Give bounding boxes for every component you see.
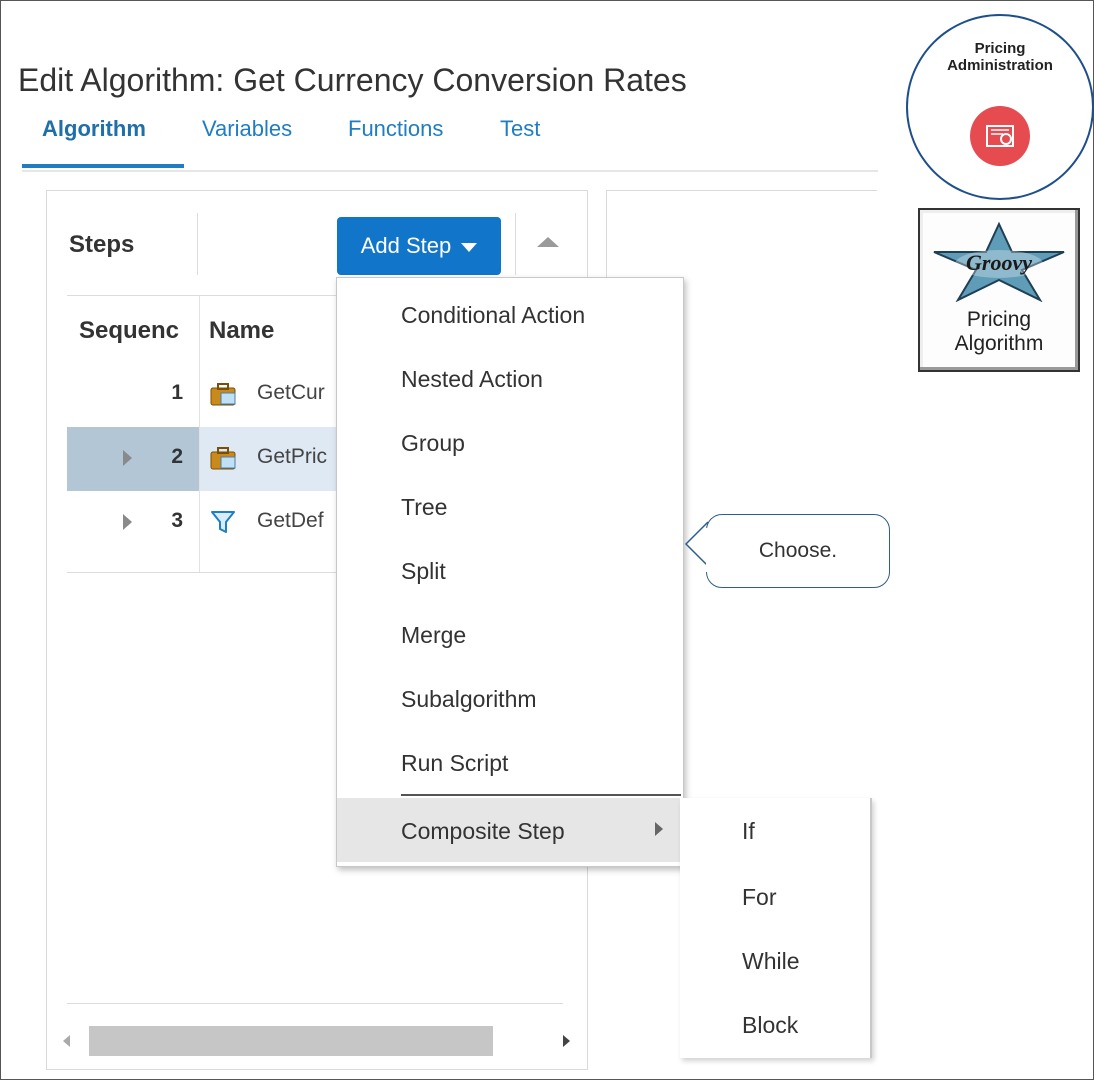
scroll-left-icon[interactable] (63, 1035, 70, 1047)
tab-algorithm[interactable]: Algorithm (42, 116, 146, 142)
menu-item-label: Nested Action (401, 366, 543, 392)
submenu-item-label: For (742, 884, 777, 910)
submenu-item-block[interactable]: Block (680, 992, 870, 1056)
badge-title-line: Pricing (974, 40, 1026, 57)
callout: Choose. (706, 514, 890, 588)
column-header-name[interactable]: Name (209, 317, 274, 345)
menu-divider (401, 794, 681, 796)
menu-item-label: Conditional Action (401, 302, 586, 328)
horizontal-scrollbar[interactable] (53, 1026, 579, 1056)
sequence-cell: 1 (67, 363, 199, 427)
step-name[interactable]: GetCur (257, 381, 325, 405)
groovy-star-icon: Groovy (933, 222, 1065, 302)
submenu-item-while[interactable]: While (680, 928, 870, 992)
active-tab-indicator (22, 164, 184, 168)
submenu-item-label: If (742, 818, 755, 844)
menu-item-run-script[interactable]: Run Script (337, 730, 683, 794)
scroll-area-divider (67, 1003, 563, 1004)
chevron-down-icon (461, 243, 478, 252)
menu-item-tree[interactable]: Tree (337, 474, 683, 538)
submenu-arrow-icon (655, 822, 663, 836)
action-briefcase-icon (210, 447, 236, 470)
sequence-number: 1 (171, 381, 183, 404)
menu-item-label: Group (401, 430, 465, 456)
submenu-item-for[interactable]: For (680, 864, 870, 928)
menu-item-subalgorithm[interactable]: Subalgorithm (337, 666, 683, 730)
callout-tail-cover (706, 528, 712, 572)
badge-label-line: Algorithm (954, 332, 1044, 355)
page-title: Edit Algorithm: Get Currency Conversion … (18, 62, 687, 98)
badge-title-line: Administration (947, 57, 1053, 74)
column-header-sequence[interactable]: Sequenc (79, 317, 179, 345)
add-step-button[interactable]: Add Step (337, 217, 501, 275)
menu-item-label: Merge (401, 622, 467, 648)
tab-bar: Algorithm Variables Functions Test (22, 114, 878, 172)
callout-text: Choose. (758, 539, 838, 562)
composite-step-submenu: If For While Block (680, 798, 872, 1058)
menu-item-label: Split (401, 558, 446, 584)
pricing-administration-badge: Pricing Administration (906, 14, 1094, 200)
sequence-number: 2 (171, 445, 183, 468)
badge-title: Pricing Administration (908, 40, 1092, 74)
action-briefcase-icon (210, 383, 236, 406)
menu-item-conditional-action[interactable]: Conditional Action (337, 282, 683, 346)
menu-item-nested-action[interactable]: Nested Action (337, 346, 683, 410)
sequence-cell: 3 (67, 491, 199, 555)
steps-title: Steps (69, 231, 135, 258)
menu-item-merge[interactable]: Merge (337, 602, 683, 666)
expand-row-icon[interactable] (123, 450, 132, 466)
menu-item-label: Subalgorithm (401, 686, 537, 712)
submenu-item-label: While (742, 948, 800, 974)
tab-test[interactable]: Test (500, 116, 540, 142)
scrollbar-thumb[interactable] (89, 1026, 493, 1056)
expand-row-icon[interactable] (123, 514, 132, 530)
groovy-logo-text: Groovy (966, 250, 1032, 275)
collapse-up-icon[interactable] (537, 237, 559, 247)
add-step-menu: Conditional Action Nested Action Group T… (336, 277, 684, 867)
menu-item-label: Run Script (401, 750, 509, 776)
filter-funnel-icon (211, 511, 235, 533)
badge-label-line: Pricing (966, 308, 1032, 331)
menu-item-split[interactable]: Split (337, 538, 683, 602)
pricing-tag-icon (970, 106, 1030, 166)
toolbar-divider (197, 213, 198, 275)
scroll-right-icon[interactable] (563, 1035, 570, 1047)
add-step-label: Add Step (360, 233, 452, 258)
menu-item-composite-step[interactable]: Composite Step (337, 798, 683, 862)
menu-item-label: Composite Step (401, 818, 565, 844)
step-name[interactable]: GetDef (257, 509, 324, 533)
pricing-algorithm-badge: Groovy Pricing Algorithm (918, 208, 1080, 372)
sequence-cell: 2 (67, 427, 199, 491)
step-name[interactable]: GetPric (257, 445, 327, 469)
badge-label: Pricing Algorithm (920, 308, 1078, 356)
menu-item-group[interactable]: Group (337, 410, 683, 474)
menu-item-label: Tree (401, 494, 448, 520)
sequence-number: 3 (171, 509, 183, 532)
submenu-item-if[interactable]: If (680, 798, 870, 862)
toolbar-divider (515, 213, 516, 275)
column-divider (199, 296, 200, 572)
tab-functions[interactable]: Functions (348, 116, 443, 142)
tab-variables[interactable]: Variables (202, 116, 292, 142)
submenu-item-label: Block (742, 1012, 799, 1038)
